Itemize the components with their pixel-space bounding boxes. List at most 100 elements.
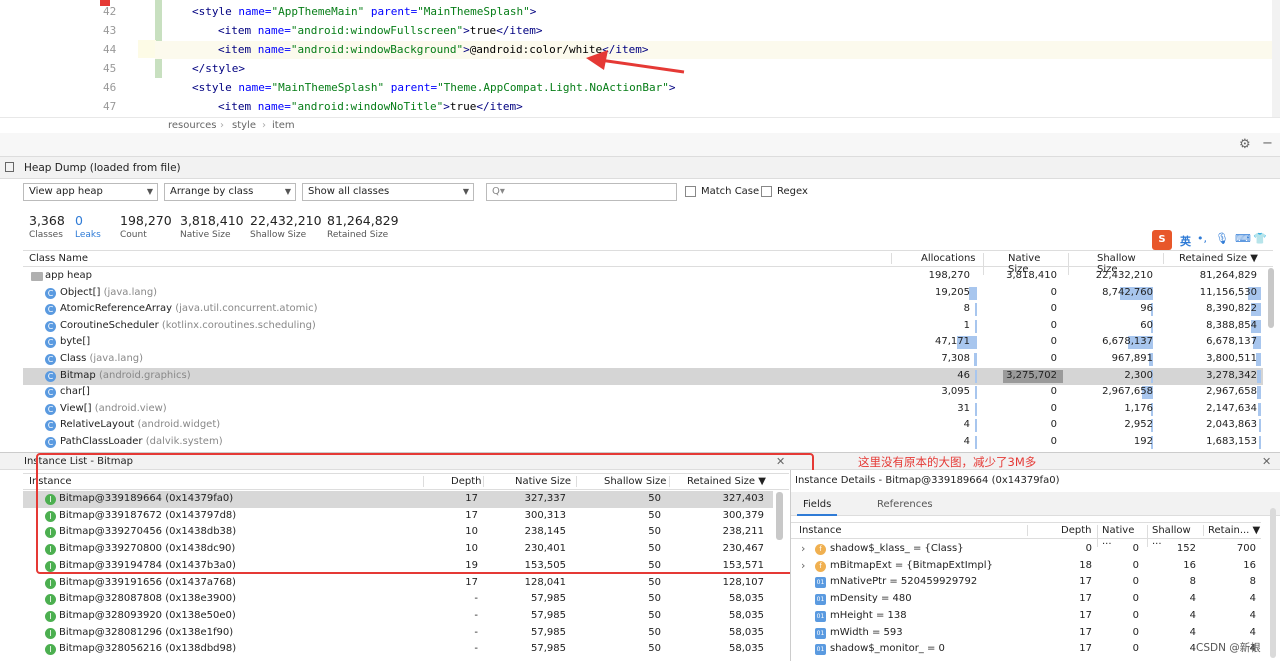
view-heap-select[interactable]: View app heap ▼ [23,183,158,201]
class-row[interactable]: C Class (java.lang) 7,308 0 967,891 3,800,511 [23,351,1263,368]
microphone-icon[interactable]: 🎙 [1215,232,1229,245]
field-primitive-icon: 01 [815,594,826,606]
field-row[interactable]: 01 mWidth = 593 17 0 4 4 [797,625,1262,642]
col-detail-depth[interactable]: Depth [1027,525,1097,536]
field-row[interactable]: › f mBitmapExt = {BitmapExtImpl} 18 0 16 16 [797,558,1262,575]
keyboard-icon[interactable]: ⌨ [1235,232,1251,245]
field-retained: 8 [1249,576,1256,588]
match-case-checkbox[interactable] [685,186,696,197]
sogou-icon[interactable]: S [1152,230,1172,250]
class-name: Object[] (java.lang) [60,286,158,298]
instance-name: Bitmap@328056216 (0x138dbd98) [59,643,237,655]
code-token: </item> [496,24,543,37]
arrange-select[interactable]: Arrange by class ▼ [164,183,296,201]
shallow-size-value: 22,432,210 [1095,270,1153,281]
class-row[interactable]: C AtomicReferenceArray (java.util.concurr… [23,301,1263,318]
punctuation-icon[interactable]: •, [1197,232,1207,245]
field-row[interactable]: 01 mNativePtr = 520459929792 17 0 8 8 [797,574,1262,591]
code-line[interactable]: <item name="android:windowFullscreen">tr… [218,24,543,37]
stat-retained-value: 81,264,829 [327,213,399,228]
field-row[interactable]: 01 shadow$_monitor_ = 0 17 0 4 4 [797,641,1262,658]
allocations-value: 1 [963,319,970,331]
arrange-value: Arrange by class [170,186,254,197]
code-token: > [668,81,676,94]
retained-size-value: 8,390,822 [1206,303,1257,315]
class-icon: C [45,354,56,365]
class-table-scrollbar[interactable] [1268,268,1274,328]
breadcrumb-item-style[interactable]: style [232,120,256,131]
stat-leaks-value[interactable]: 0 [75,213,83,228]
class-package: (android.widget) [137,419,221,431]
field-row[interactable]: › f shadow$_klass_ = {Class} 0 0 152 700 [797,541,1262,558]
code-line[interactable]: <style name="MainThemeSplash" parent="Th… [192,81,675,94]
col-retained-size[interactable]: Retained Size ▼ [1163,253,1263,264]
class-row[interactable]: C RelativeLayout (android.widget) 4 0 2,952 2… [23,417,1263,434]
shallow-size-value: 8,742,760 [1102,286,1153,298]
instance-row[interactable]: I Bitmap@328093920 (0x138e50e0) - 57,985 50 5… [23,608,773,625]
instance-depth: - [474,593,478,605]
line-number: 45 [103,62,117,75]
code-editor[interactable]: 💡 42<style name="AppThemeMain" parent="M… [0,0,1280,117]
field-native: 0 [1132,559,1139,571]
tab-fields[interactable]: Fields [797,492,838,516]
code-token: true [449,100,477,113]
stat-leaks-label[interactable]: Leaks [75,230,101,240]
class-row[interactable]: C PathClassLoader (dalvik.system) 4 0 192 1,6… [23,434,1263,451]
class-icon: C [45,370,56,382]
expand-icon: › [801,542,806,555]
class-name: AtomicReferenceArray (java.util.concurre… [60,303,318,315]
minimize-icon[interactable]: − [1262,136,1273,151]
instance-row[interactable]: I Bitmap@328087808 (0x138e3900) - 57,985 50 5… [23,591,773,608]
instance-row[interactable]: I Bitmap@328081296 (0x138e1f90) - 57,985 50 5… [23,625,773,642]
breadcrumb-item-item[interactable]: item [272,120,295,131]
instance-depth: - [474,609,478,621]
instance-shallow-size: 50 [648,643,661,655]
field-row[interactable]: 01 mDensity = 480 17 0 4 4 [797,591,1262,608]
class-row[interactable]: C Bitmap (android.graphics) 46 3,275,702 2,3… [23,367,1263,385]
details-scrollbar[interactable] [1270,508,1276,658]
code-line[interactable]: <item name="android:windowNoTitle">true<… [218,100,523,113]
chevron-down-icon: ▼ [146,187,153,196]
class-row[interactable]: C CoroutineScheduler (kotlinx.coroutines.… [23,318,1263,335]
instance-row[interactable]: I Bitmap@339191656 (0x1437a768) 17 128,041 5… [23,575,773,592]
retained-size-value: 81,264,829 [1199,270,1257,281]
field-primitive-icon: 01 [815,644,826,656]
class-row[interactable]: Cbyte[] 47,171 0 6,678,137 6,678,137 [23,334,1263,351]
class-row[interactable]: Cchar[] 3,095 0 2,967,658 2,967,658 [23,384,1263,401]
tab-references[interactable]: References [871,492,939,516]
skin-icon[interactable]: 👕 [1253,232,1267,245]
allocations-value: 46 [957,369,970,381]
col-class-name[interactable]: Class Name [29,253,88,264]
close-details-icon[interactable]: ✕ [1262,455,1271,468]
col-detail-instance[interactable]: Instance [799,525,842,536]
ime-lang[interactable]: 英 [1180,233,1191,249]
code-token: > [463,43,470,56]
shallow-size-value: 60 [1140,319,1153,331]
allocations-bar [975,303,977,317]
code-line[interactable]: </style> [192,62,245,75]
class-row[interactable]: app heap 198,270 3,818,410 22,432,210 81,26… [23,268,1263,285]
native-size-value: 0 [1050,402,1057,414]
class-search-input[interactable]: Q▾ [486,183,677,201]
stat-count-label: Count [120,230,147,240]
allocations-bar [975,436,977,449]
code-line[interactable]: <style name="AppThemeMain" parent="MainT… [192,5,536,18]
col-detail-retained[interactable]: Retain... ▼ [1203,525,1261,536]
gear-icon[interactable]: ⚙ [1239,137,1251,152]
heap-dump-title: Heap Dump (loaded from file) [24,162,181,174]
field-depth: 17 [1079,626,1092,638]
annotation-arrow [586,50,685,74]
code-token: <item [218,43,258,56]
code-token: parent= [390,81,438,94]
show-classes-select[interactable]: Show all classes ▼ [302,183,474,201]
col-allocations[interactable]: Allocations [891,253,976,264]
field-row[interactable]: 01 mHeight = 138 17 0 4 4 [797,608,1262,625]
breadcrumb-item-resources[interactable]: resources [168,120,216,131]
instance-shallow-size: 50 [648,593,661,605]
editor-scrollbar[interactable] [1272,0,1280,117]
class-row[interactable]: C View[] (android.view) 31 0 1,176 2,147,634 [23,401,1263,418]
class-row[interactable]: C Object[] (java.lang) 19,205 0 8,742,760 11,… [23,285,1263,302]
regex-checkbox[interactable] [761,186,772,197]
instance-icon: I [45,594,56,606]
instance-row[interactable]: I Bitmap@328056216 (0x138dbd98) - 57,985 50 5… [23,641,773,658]
